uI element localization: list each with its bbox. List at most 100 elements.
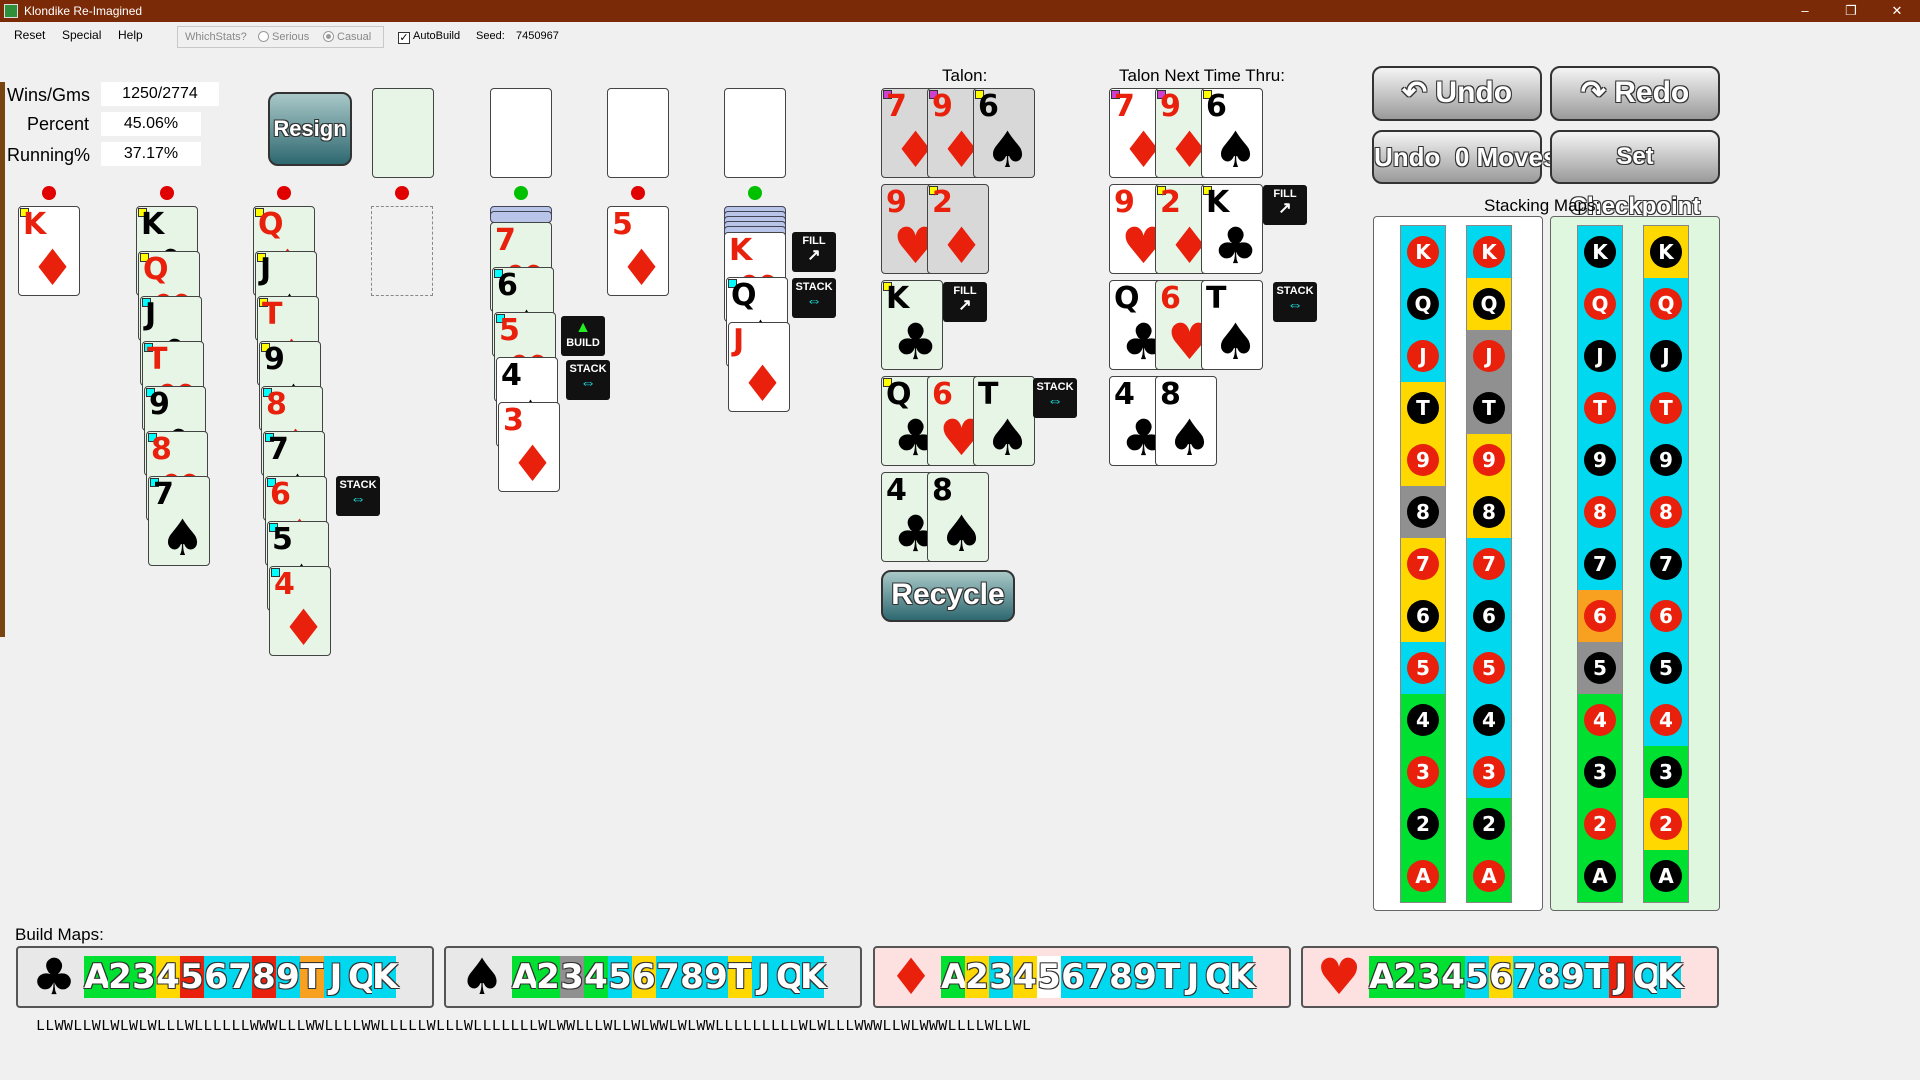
set-checkpoint-button[interactable]: Set Checkpoint — [1550, 130, 1720, 220]
card-move-marker — [883, 282, 892, 291]
stack-tag[interactable]: STACK ⇔ — [1273, 282, 1317, 322]
playing-card[interactable]: 4 ♦ — [269, 566, 331, 656]
card-suit-icon: ♥ — [150, 284, 195, 341]
playing-card[interactable]: 2 ♦ — [927, 184, 989, 274]
card-suit-icon: ♦ — [1121, 121, 1166, 178]
playing-card[interactable]: 7 ♦ — [881, 88, 943, 178]
redo-button[interactable]: ↷ Redo — [1550, 66, 1720, 121]
playing-card[interactable]: K ♣ — [881, 280, 943, 370]
stack-tag[interactable]: STACK ⇔ — [792, 278, 836, 318]
stack-tag[interactable]: STACK ⇔ — [336, 476, 380, 516]
playing-card[interactable]: 5 ♥ — [494, 312, 556, 402]
card-rank: 9 — [932, 89, 953, 124]
autobuild-check-icon[interactable]: ✓ — [398, 32, 410, 44]
stack-tag[interactable]: STACK ⇔ — [1033, 378, 1077, 418]
card-rank: 9 — [886, 185, 907, 220]
playing-card[interactable]: K ♣ — [1201, 184, 1263, 274]
build-tag[interactable]: ▲ BUILD — [561, 316, 605, 356]
card-suit-icon: ♦ — [281, 599, 326, 656]
playing-card[interactable]: 9 ♥ — [881, 184, 943, 274]
playing-card[interactable] — [490, 88, 552, 178]
playing-card[interactable]: K ♦ — [18, 206, 80, 296]
maximize-button[interactable]: ❐ — [1828, 0, 1874, 22]
playing-card[interactable]: 3 ♦ — [498, 402, 560, 492]
playing-card[interactable]: 8 ♦ — [261, 386, 323, 476]
radio-serious[interactable]: Serious — [258, 31, 309, 43]
playing-card[interactable]: T ♠ — [973, 376, 1035, 466]
playing-card[interactable]: 6 ♠ — [492, 267, 554, 357]
autobuild-checkbox[interactable]: ✓ AutoBuild — [398, 30, 460, 44]
radio-casual-circle[interactable] — [323, 31, 334, 42]
playing-card[interactable]: 6 ♠ — [973, 88, 1035, 178]
playing-card[interactable]: 2 ♦ — [1155, 184, 1217, 274]
playing-card[interactable]: 9 ♣ — [144, 386, 206, 476]
playing-card[interactable]: Q ♦ — [253, 206, 315, 296]
playing-card[interactable]: K ♣ — [136, 206, 198, 296]
playing-card[interactable]: J ♦ — [728, 322, 790, 412]
playing-card[interactable]: 9 ♠ — [259, 341, 321, 431]
card-suit-icon: ♠ — [939, 505, 984, 562]
card-move-marker — [496, 314, 505, 323]
playing-card[interactable]: 6 ♥ — [1155, 280, 1217, 370]
card-suit-icon: ♥ — [158, 464, 203, 521]
stacking-map: KQJT98765432AKQJT98765432A — [1550, 216, 1720, 911]
playing-card[interactable]: 7 ♠ — [263, 431, 325, 521]
playing-card[interactable]: 5 ♠ — [267, 521, 329, 611]
build-ranks: A23456789TJQK — [1369, 956, 1683, 998]
menu-special[interactable]: Special — [62, 28, 101, 42]
playing-card[interactable]: K ♥ — [724, 232, 786, 322]
fill-tag[interactable]: FILL ↗ — [1263, 185, 1307, 225]
playing-card[interactable] — [372, 88, 434, 178]
playing-card[interactable]: Q ♣ — [881, 376, 943, 466]
playing-card[interactable]: 4 ♣ — [1109, 376, 1171, 466]
fill-tag[interactable]: FILL ↗ — [943, 282, 987, 322]
playing-card[interactable]: 5 ♦ — [607, 206, 669, 296]
playing-card[interactable]: J ♠ — [255, 251, 317, 341]
playing-card[interactable]: 4 ♠ — [496, 357, 558, 447]
playing-card[interactable]: 9 ♥ — [1109, 184, 1171, 274]
playing-card[interactable]: T ♦ — [257, 296, 319, 386]
playing-card[interactable]: 6 ♠ — [1201, 88, 1263, 178]
playing-card[interactable]: 8 ♠ — [927, 472, 989, 562]
card-suit-icon: ♠ — [504, 300, 549, 357]
playing-card[interactable]: 6 ♦ — [265, 476, 327, 566]
empty-pile[interactable] — [371, 206, 433, 296]
playing-card[interactable]: 7 ♥ — [490, 222, 552, 312]
card-suit-icon: ♦ — [277, 509, 322, 566]
stacking-cell: A — [1467, 850, 1511, 902]
menu-reset[interactable]: Reset — [14, 28, 45, 42]
menu-help[interactable]: Help — [118, 28, 143, 42]
playing-card[interactable]: Q ♥ — [138, 251, 200, 341]
playing-card[interactable]: 7 ♦ — [1109, 88, 1171, 178]
playing-card[interactable]: Q ♠ — [726, 277, 788, 367]
fill-tag[interactable]: FILL ↗ — [792, 232, 836, 272]
build-rank: 5 — [180, 956, 204, 998]
build-rank: 4 — [1013, 956, 1037, 998]
stacking-cell: K — [1467, 226, 1511, 278]
playing-card[interactable]: Q ♣ — [1109, 280, 1171, 370]
playing-card[interactable]: 6 ♥ — [927, 376, 989, 466]
playing-card[interactable] — [607, 88, 669, 178]
stacking-cell: Q — [1467, 278, 1511, 330]
stats-type-group: WhichStats? Serious Casual — [177, 26, 384, 48]
playing-card[interactable]: J ♣ — [140, 296, 202, 386]
playing-card[interactable]: T ♠ — [1201, 280, 1263, 370]
resign-button[interactable]: Resign — [268, 92, 352, 166]
playing-card[interactable]: 4 ♣ — [881, 472, 943, 562]
undo-button[interactable]: ↶ Undo — [1372, 66, 1542, 121]
playing-card[interactable]: 8 ♠ — [1155, 376, 1217, 466]
recycle-button[interactable]: Recycle — [881, 570, 1015, 622]
playing-card[interactable]: T ♥ — [142, 341, 204, 431]
playing-card[interactable]: 7 ♠ — [148, 476, 210, 566]
playing-card[interactable]: 8 ♥ — [146, 431, 208, 521]
playing-card[interactable] — [724, 88, 786, 178]
radio-serious-circle[interactable] — [258, 31, 269, 42]
stack-tag[interactable]: STACK ⇔ — [566, 360, 610, 400]
playing-card[interactable]: 9 ♦ — [1155, 88, 1217, 178]
close-button[interactable]: ✕ — [1874, 0, 1920, 22]
playing-card[interactable]: 9 ♦ — [927, 88, 989, 178]
radio-casual[interactable]: Casual — [323, 31, 371, 43]
status-dot — [277, 186, 291, 200]
minimize-button[interactable]: – — [1782, 0, 1828, 22]
undo-moves-button[interactable]: Undo 0 Moves — [1372, 130, 1557, 184]
